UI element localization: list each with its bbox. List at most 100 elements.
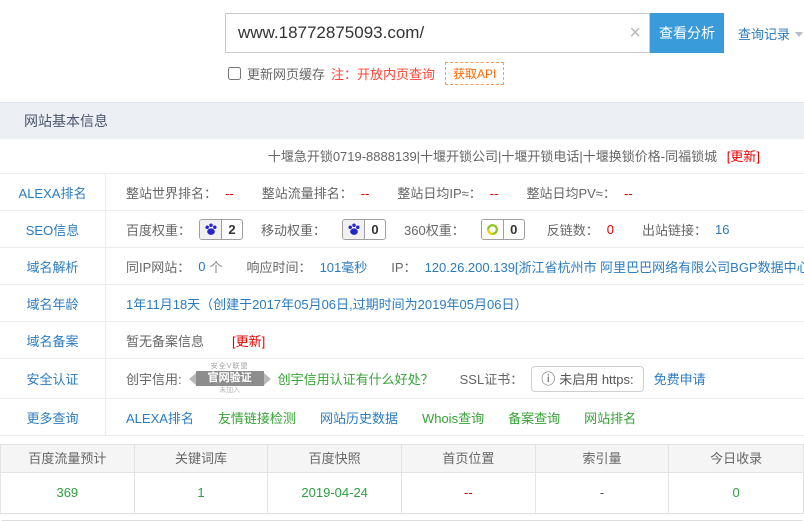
stats-header-row: 百度流量预计 关键词库 百度快照 首页位置 索引量 今日收录	[1, 445, 803, 473]
ip-label: IP：	[391, 257, 416, 276]
ssl-cert-label: SSL证书：	[460, 369, 524, 388]
alexa-daily-pv: 整站日均PV≈： --	[526, 183, 632, 202]
row-label-security: 安全认证	[0, 359, 106, 398]
chevron-down-icon	[795, 32, 803, 37]
backlinks-value[interactable]: 0	[607, 222, 614, 237]
baidu-pc-weight-label: 百度权重：	[126, 220, 191, 239]
row-security: 安全认证 创宇信用: 安全V联盟 官网验证 未加入 创宇信用认证有什么好处？ S…	[0, 359, 804, 399]
row-seo: SEO信息 百度权重： 2 移动权重： 0 360权重： 0	[0, 211, 804, 248]
baidu-paw-icon	[343, 220, 365, 239]
alexa-daily-ip-value: --	[490, 186, 499, 201]
alexa-daily-pv-label: 整站日均PV≈：	[526, 186, 615, 201]
alexa-traffic-rank-label: 整站流量排名：	[262, 186, 353, 201]
ssl-apply-link[interactable]: 免费申请	[654, 369, 706, 388]
response-time-label: 响应时间：	[247, 257, 312, 276]
so360-weight-badge[interactable]: 0	[481, 219, 525, 240]
stats-header-homepage-position: 首页位置	[402, 445, 536, 473]
row-alexa: ALEXA排名 整站世界排名：-- 整站流量排名：-- 整站日均IP≈：-- 整…	[0, 174, 804, 211]
same-ip-value[interactable]: 0	[198, 259, 205, 274]
stats-value-keyword-lib[interactable]: 1	[135, 473, 269, 513]
history-link-label: 查询记录	[738, 24, 790, 43]
open-subpage-note: 注：开放内页查询	[331, 64, 435, 83]
same-ip-label: 同IP网站：	[126, 257, 190, 276]
options-row: 更新网页缓存 注：开放内页查询 获取API	[228, 63, 804, 83]
seal-band-text: 官网验证	[196, 371, 264, 386]
ip-value[interactable]: 120.26.200.139[浙江省杭州市 阿里巴巴网络有限公司BGP数据中心(…	[425, 257, 804, 276]
panel-title: 网站基本信息	[0, 103, 804, 139]
seal-top-text: 安全V联盟	[211, 363, 249, 371]
stats-value-index-volume: -	[536, 473, 670, 513]
url-input[interactable]	[226, 14, 649, 52]
so360-weight-value: 0	[504, 220, 524, 239]
alexa-daily-pv-value: --	[624, 186, 633, 201]
stats-value-baidu-traffic[interactable]: 369	[1, 473, 135, 513]
more-link-friend-links[interactable]: 友情链接检测	[218, 408, 296, 427]
get-api-button[interactable]: 获取API	[445, 62, 504, 85]
analyze-button[interactable]: 查看分析	[650, 13, 724, 53]
baidu-mobile-weight-value: 0	[365, 220, 385, 239]
row-domain-age: 域名年龄 1年11月18天（创建于2017年05月06日,过期时间为2019年0…	[0, 285, 804, 322]
outlinks-value[interactable]: 16	[715, 222, 729, 237]
seal-bottom-text: 未加入	[219, 386, 240, 395]
alexa-world-rank: 整站世界排名： --	[126, 183, 234, 202]
url-input-wrapper: ×	[225, 13, 650, 53]
more-link-whois[interactable]: Whois查询	[422, 408, 484, 427]
more-link-site-rank[interactable]: 网站排名	[584, 408, 636, 427]
cache-checkbox-text: 更新网页缓存	[247, 64, 325, 83]
row-label-domain-age: 域名年龄	[0, 285, 106, 321]
more-link-alexa[interactable]: ALEXA排名	[126, 408, 194, 427]
alexa-world-rank-value: --	[225, 186, 234, 201]
row-label-dns: 域名解析	[0, 248, 106, 284]
stats-header-baidu-traffic: 百度流量预计	[1, 445, 135, 473]
stats-header-index-volume: 索引量	[536, 445, 670, 473]
site-info-panel: 网站基本信息 十堰急开锁0719-8888139|十堰开锁公司|十堰开锁电话|十…	[0, 102, 804, 436]
alexa-daily-ip: 整站日均IP≈： --	[397, 183, 498, 202]
site-title-row: 十堰急开锁0719-8888139|十堰开锁公司|十堰开锁电话|十堰换锁价格-同…	[0, 139, 804, 174]
info-icon: ⓘ	[541, 369, 555, 389]
row-label-icp: 域名备案	[0, 322, 106, 358]
alexa-traffic-rank-value: --	[361, 186, 370, 201]
cache-checkbox-label: 更新网页缓存	[228, 64, 325, 83]
360-logo-icon	[482, 220, 504, 239]
icp-status: 暂无备案信息	[126, 331, 204, 350]
credit-benefit-link[interactable]: 创宇信用认证有什么好处？	[278, 369, 434, 388]
alexa-daily-ip-label: 整站日均IP≈：	[397, 186, 481, 201]
cache-checkbox[interactable]	[228, 67, 241, 80]
stats-table: 百度流量预计 关键词库 百度快照 首页位置 索引量 今日收录 369 1 201…	[0, 444, 804, 514]
more-link-icp-query[interactable]: 备案查询	[508, 408, 560, 427]
domain-age-value: 1年11月18天（创建于2017年05月06日,过期时间为2019年05月06日…	[126, 294, 527, 313]
ssl-status-text: 未启用 https:	[559, 369, 633, 388]
more-link-history-data[interactable]: 网站历史数据	[320, 408, 398, 427]
baidu-paw-icon	[200, 220, 222, 239]
row-more-queries: 更多查询 ALEXA排名 友情链接检测 网站历史数据 Whois查询 备案查询 …	[0, 399, 804, 436]
backlinks-label: 反链数：	[547, 220, 599, 239]
stats-header-keyword-lib: 关键词库	[135, 445, 269, 473]
alexa-world-rank-label: 整站世界排名：	[126, 186, 217, 201]
icp-update-link[interactable]: [更新]	[232, 331, 265, 350]
stats-values-row: 369 1 2019-04-24 -- - 0	[1, 473, 803, 513]
row-label-seo: SEO信息	[0, 211, 106, 247]
stats-value-today-included[interactable]: 0	[669, 473, 803, 513]
same-ip-unit: 个	[210, 257, 223, 276]
stats-value-homepage-position: --	[402, 473, 536, 513]
stats-value-baidu-snapshot[interactable]: 2019-04-24	[268, 473, 402, 513]
row-label-more: 更多查询	[0, 399, 106, 435]
baidu-pc-weight-badge[interactable]: 2	[199, 219, 243, 240]
title-update-link[interactable]: [更新]	[727, 149, 760, 164]
baidu-pc-weight-value: 2	[222, 220, 242, 239]
baidu-mobile-weight-badge[interactable]: 0	[342, 219, 386, 240]
row-icp: 域名备案 暂无备案信息 [更新]	[0, 322, 804, 359]
ssl-status-box: ⓘ 未启用 https:	[531, 366, 643, 392]
history-link[interactable]: 查询记录	[738, 24, 803, 43]
row-dns: 域名解析 同IP网站： 0 个 响应时间： 101毫秒 IP： 120.26.2…	[0, 248, 804, 285]
search-bar: × 查看分析 查询记录	[225, 13, 804, 53]
response-time-value: 101毫秒	[320, 257, 368, 276]
outlinks-label: 出站链接：	[642, 220, 707, 239]
alexa-traffic-rank: 整站流量排名： --	[262, 183, 370, 202]
stats-header-baidu-snapshot: 百度快照	[268, 445, 402, 473]
clear-icon[interactable]: ×	[629, 23, 641, 43]
chuangyu-seal-badge[interactable]: 安全V联盟 官网验证 未加入	[196, 363, 264, 395]
chuangyu-credit-label: 创宇信用:	[126, 369, 182, 388]
stats-header-today-included: 今日收录	[669, 445, 803, 473]
baidu-mobile-weight-label: 移动权重：	[261, 220, 326, 239]
